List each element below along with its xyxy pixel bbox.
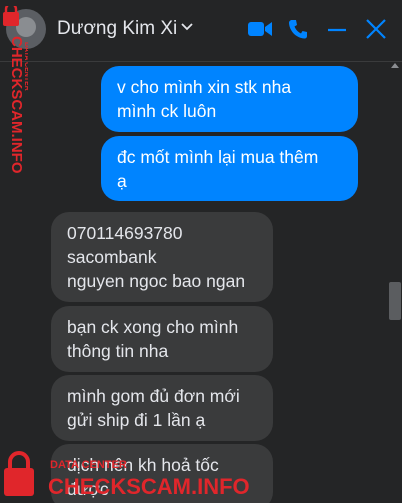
message-text: sacombank [67,247,157,267]
message-text: ạ [117,171,127,191]
watermark-brand-side: CHECKSCAM.INFO [8,36,25,174]
message-bubble[interactable]: v cho mình xin stk nha mình ck luôn [101,66,358,132]
message-text: bạn ck xong cho mình [67,317,239,337]
message-bubble[interactable]: đc mốt mình lại mua thêm ạ [101,136,358,201]
message-bubble[interactable]: bạn ck xong cho mình thông tin nha [51,306,273,372]
message-text: mình ck luôn [117,101,217,121]
message-text: mình gom đủ đơn mới [67,386,240,406]
watermark-subtitle-side: DATA CENTER [23,42,28,91]
watermark-brand-bottom: CHECKSCAM.INFO [48,474,250,499]
message-text: gửi ship đi 1 lần ạ [67,410,206,430]
chat-header: Dương Kim Xi [0,0,402,62]
scroll-up-arrow-icon[interactable] [391,63,399,68]
message-text: 070114693780 [67,223,183,243]
watermark-subtitle-bottom: DATA CENTER [50,459,127,471]
message-list[interactable]: v cho mình xin stk nha mình ck luôn đc m… [0,62,402,503]
close-icon[interactable] [365,18,387,40]
checkscam-watermark-bottom: DATA CENTER CHECKSCAM.INFO [4,451,250,499]
minimize-icon[interactable] [326,18,348,40]
checkscam-watermark-side: CHECKSCAM.INFO DATA CENTER [3,6,28,174]
message-text: đc mốt mình lại mua thêm [117,147,319,167]
message-text: nguyen ngoc bao ngan [67,271,246,291]
chevron-down-icon[interactable] [181,22,193,32]
contact-name[interactable]: Dương Kim Xi [57,18,177,40]
message-text: thông tin nha [67,341,169,361]
phone-call-icon[interactable] [287,18,309,40]
scrollbar-thumb[interactable] [389,282,401,320]
video-call-icon[interactable] [247,18,273,40]
message-text: v cho mình xin stk nha [117,77,292,97]
message-bubble[interactable]: 070114693780 sacombank nguyen ngoc bao n… [51,212,273,302]
message-bubble[interactable]: mình gom đủ đơn mới gửi ship đi 1 lần ạ [51,375,273,441]
